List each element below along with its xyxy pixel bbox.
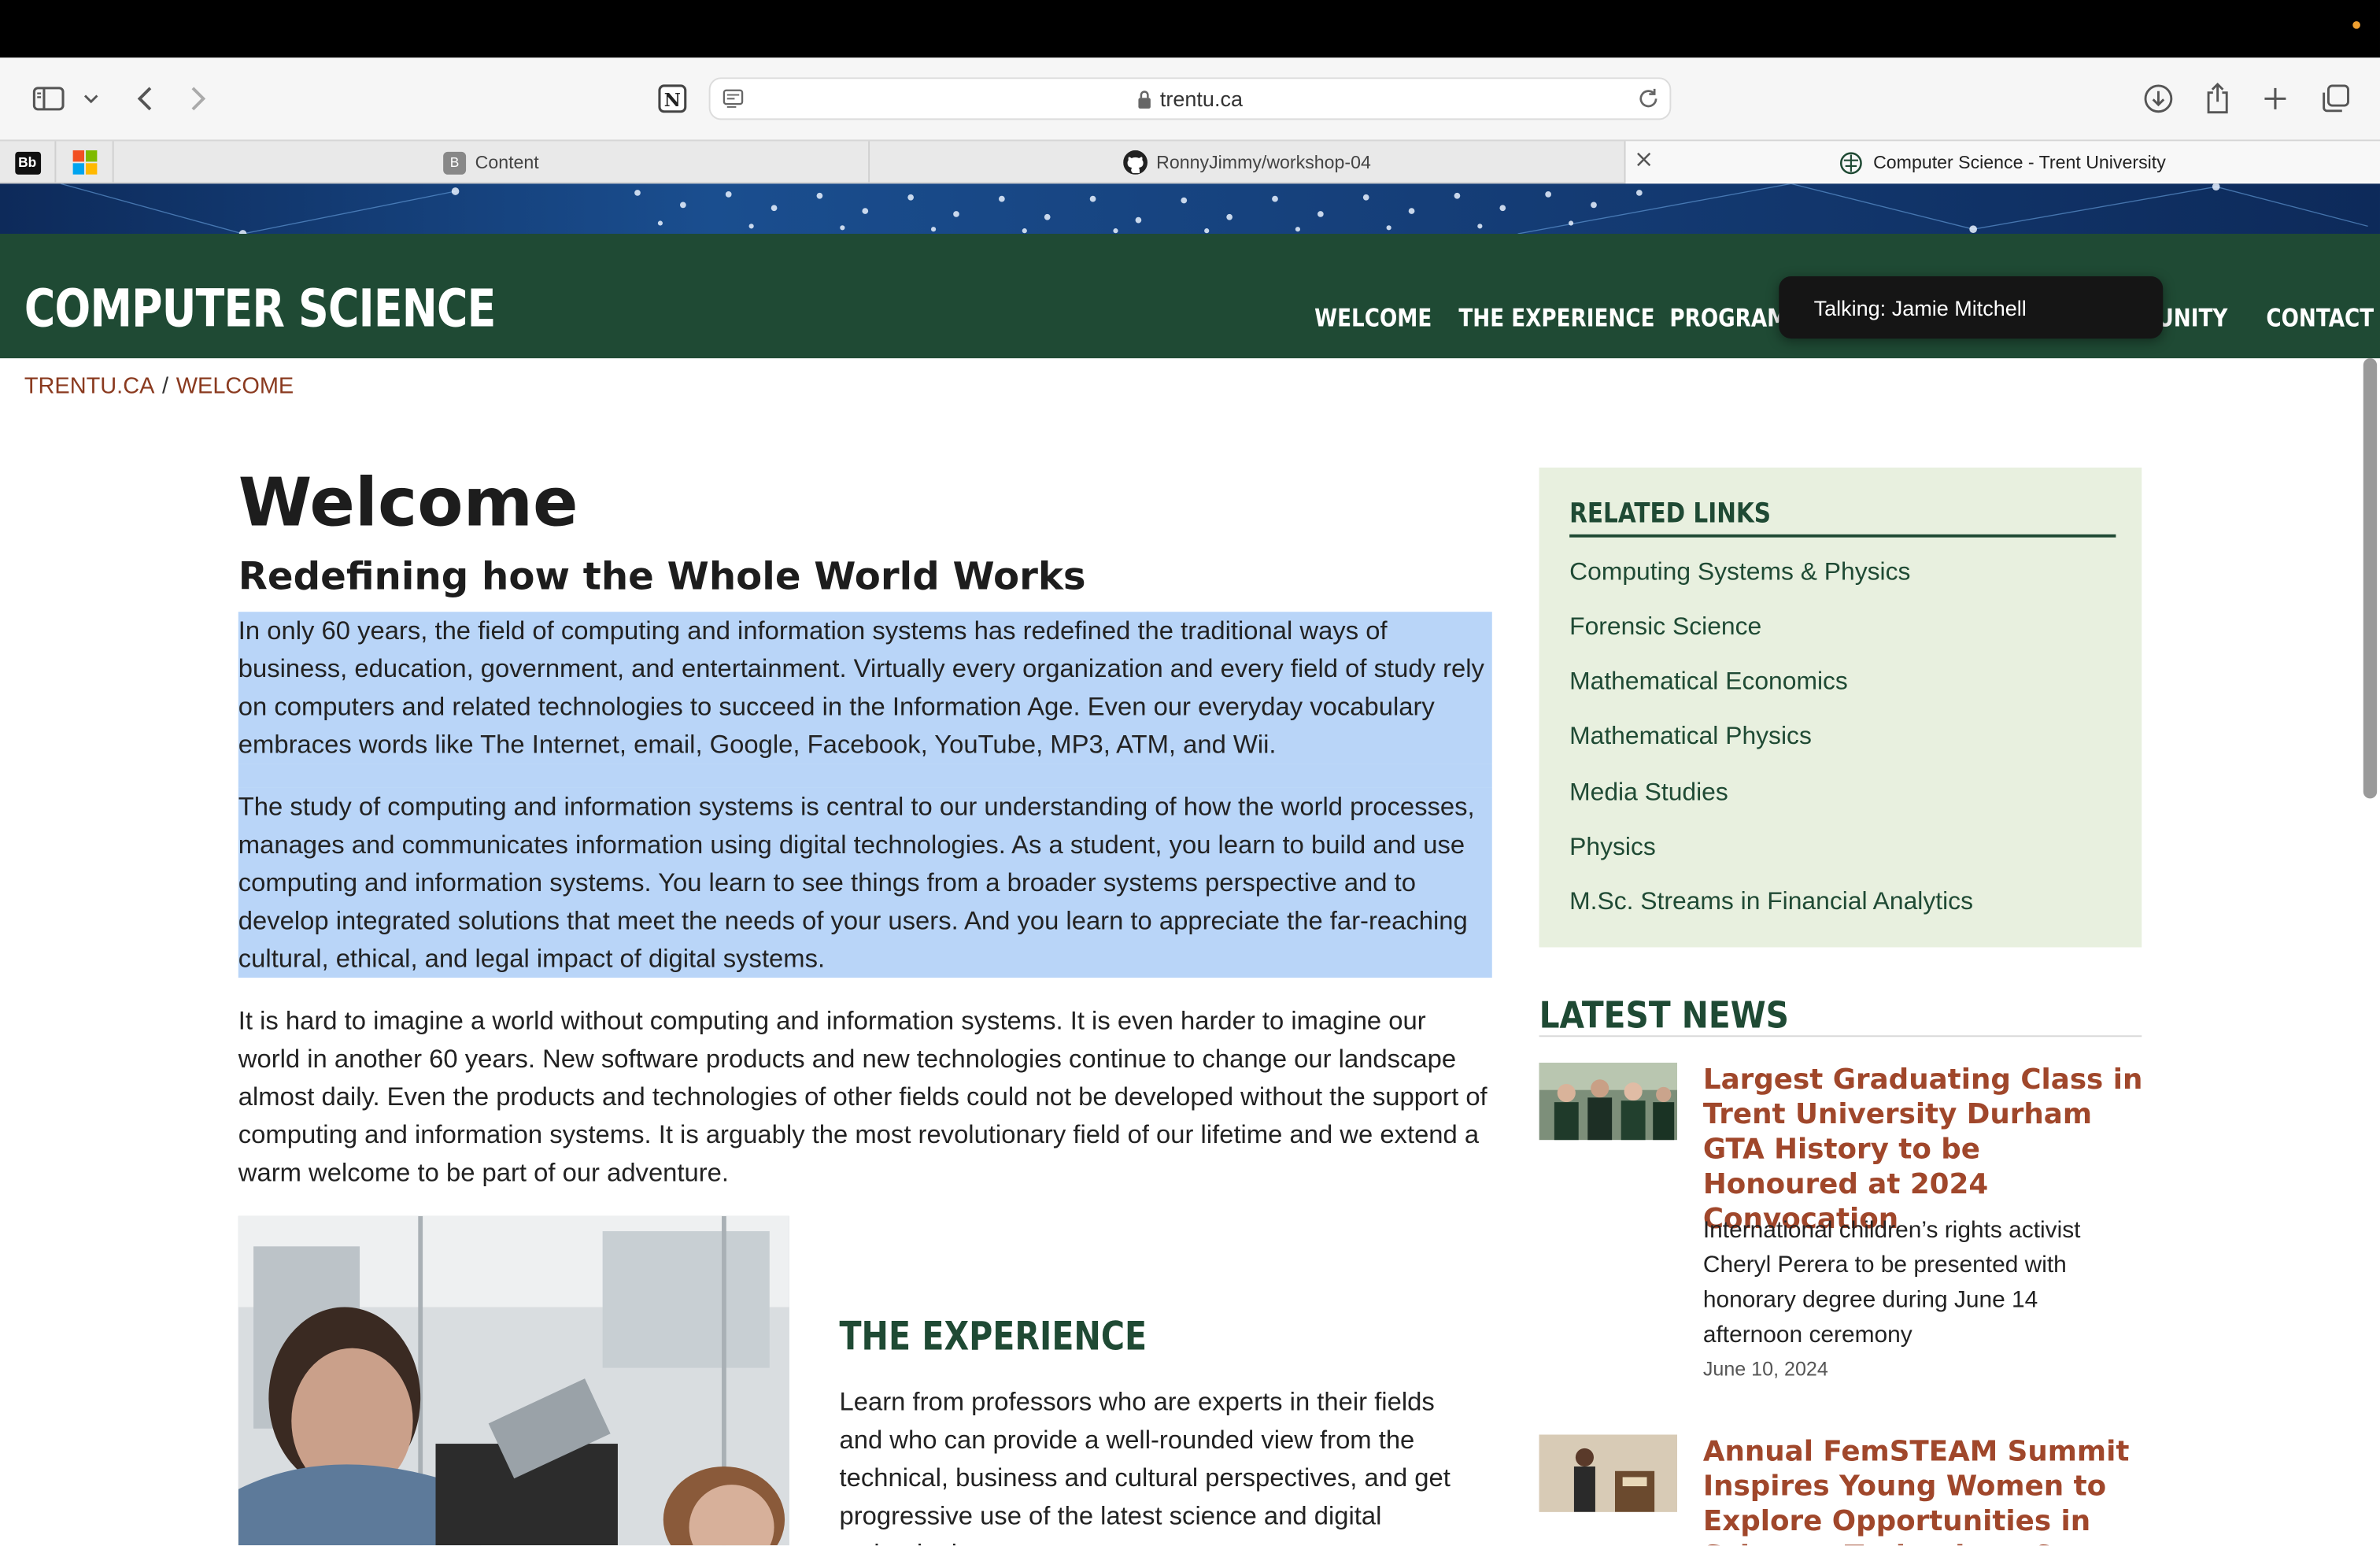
breadcrumb-separator: / [162, 373, 169, 400]
notion-extension-icon[interactable]: N [656, 80, 689, 117]
share-icon[interactable] [2202, 80, 2233, 117]
tab-label: RonnyJimmy/workshop-04 [1156, 151, 1371, 173]
pinned-tab-blackboard[interactable]: Bb [0, 141, 57, 184]
blackboard-favicon-icon: Bb [14, 150, 41, 174]
related-links-panel: RELATED LINKS Computing Systems & Physic… [1539, 467, 2142, 948]
related-link-media-studies[interactable]: Media Studies [1569, 779, 1728, 808]
latest-news-heading: LATEST NEWS [1539, 994, 1789, 1037]
tab-computer-science[interactable]: Computer Science - Trent University [1625, 141, 2380, 184]
page-subtitle: Redefining how the Whole World Works [238, 553, 1086, 598]
intro-paragraph-1: In only 60 years, the field of computing… [238, 612, 1492, 764]
news-headline-1[interactable]: Largest Graduating Class in Trent Univer… [1703, 1063, 2143, 1237]
related-link-mathematical-economics[interactable]: Mathematical Economics [1569, 668, 1848, 697]
svg-text:N: N [664, 90, 681, 111]
tab-github[interactable]: RonnyJimmy/workshop-04 [870, 141, 1626, 184]
news-thumbnail-convocation[interactable] [1539, 1062, 1678, 1141]
reload-icon[interactable] [1636, 87, 1661, 118]
breadcrumb-home-link[interactable]: TRENTU.CA [24, 373, 155, 399]
tab-overview-icon[interactable] [2319, 80, 2352, 117]
news-date-1: June 10, 2024 [1702, 1357, 1828, 1381]
selection-gap [238, 764, 1492, 788]
related-link-physics[interactable]: Physics [1569, 834, 1656, 863]
intro-paragraph-2: The study of computing and information s… [238, 787, 1492, 978]
close-tab-icon[interactable] [1636, 150, 1651, 172]
intro-paragraph-3: It is hard to imagine a world without co… [238, 1006, 1488, 1188]
related-link-mathematical-physics[interactable]: Mathematical Physics [1569, 723, 1812, 752]
github-favicon-icon [1122, 150, 1148, 175]
back-arrow-icon[interactable] [131, 80, 158, 117]
pinned-tab-microsoft[interactable] [56, 141, 114, 184]
downloads-icon[interactable] [2142, 80, 2175, 117]
nav-the-experience[interactable]: THE EXPERIENCE [1458, 304, 1654, 333]
system-menubar [0, 0, 2380, 58]
related-link-forensic-science[interactable]: Forensic Science [1569, 613, 1761, 642]
url-text: trentu.ca [1159, 86, 1243, 111]
recording-indicator-icon [2352, 20, 2360, 29]
tab-label: Computer Science - Trent University [1873, 151, 2166, 173]
news-headline-2[interactable]: Annual FemSTEAM Summit Inspires Young Wo… [1703, 1434, 2143, 1545]
sidebar-toggle-icon[interactable] [31, 80, 67, 117]
forward-arrow-icon[interactable] [185, 80, 213, 117]
tab-label: Content [475, 151, 539, 173]
experience-text: Learn from professors who are experts in… [839, 1387, 1451, 1546]
related-link-msc-financial-analytics[interactable]: M.Sc. Streams in Financial Analytics [1569, 888, 1973, 917]
nav-contact[interactable]: CONTACT [2266, 304, 2374, 333]
breadcrumb: TRENTU.CA / WELCOME [24, 373, 300, 399]
site-title[interactable]: COMPUTER SCIENCE [24, 279, 497, 340]
divider [1569, 534, 2116, 538]
tab-bar: Bb B Content RonnyJimmy/workshop-04 Comp… [0, 139, 2380, 184]
related-links-heading: RELATED LINKS [1569, 497, 1772, 531]
news-thumbnail-femsteam[interactable] [1539, 1434, 1678, 1512]
nav-welcome[interactable]: WELCOME [1314, 304, 1432, 333]
experience-heading: THE EXPERIENCE [839, 1315, 1148, 1360]
page-title: Welcome [238, 464, 578, 542]
chevron-down-icon[interactable] [82, 80, 100, 117]
divider [1539, 1035, 2142, 1037]
hero-banner-image [0, 183, 2380, 234]
related-link-computing-systems-physics[interactable]: Computing Systems & Physics [1569, 559, 1910, 588]
news-summary-1: International children’s rights activist… [1702, 1217, 2081, 1348]
trent-favicon-icon [1840, 151, 1863, 174]
new-tab-icon[interactable] [2260, 80, 2291, 117]
page-scrollbar[interactable] [2363, 358, 2378, 799]
breadcrumb-current[interactable]: WELCOME [176, 373, 294, 399]
content-favicon-icon: B [443, 150, 467, 174]
speaker-tooltip: Talking: Jamie Mitchell [1779, 276, 2164, 339]
nav-community[interactable]: UNITY [2156, 304, 2227, 333]
lock-icon [1137, 90, 1152, 114]
tab-content[interactable]: B Content [114, 141, 870, 184]
address-bar[interactable]: trentu.ca [708, 77, 1672, 120]
microsoft-favicon-icon [72, 150, 97, 175]
students-lab-photo [238, 1215, 789, 1546]
